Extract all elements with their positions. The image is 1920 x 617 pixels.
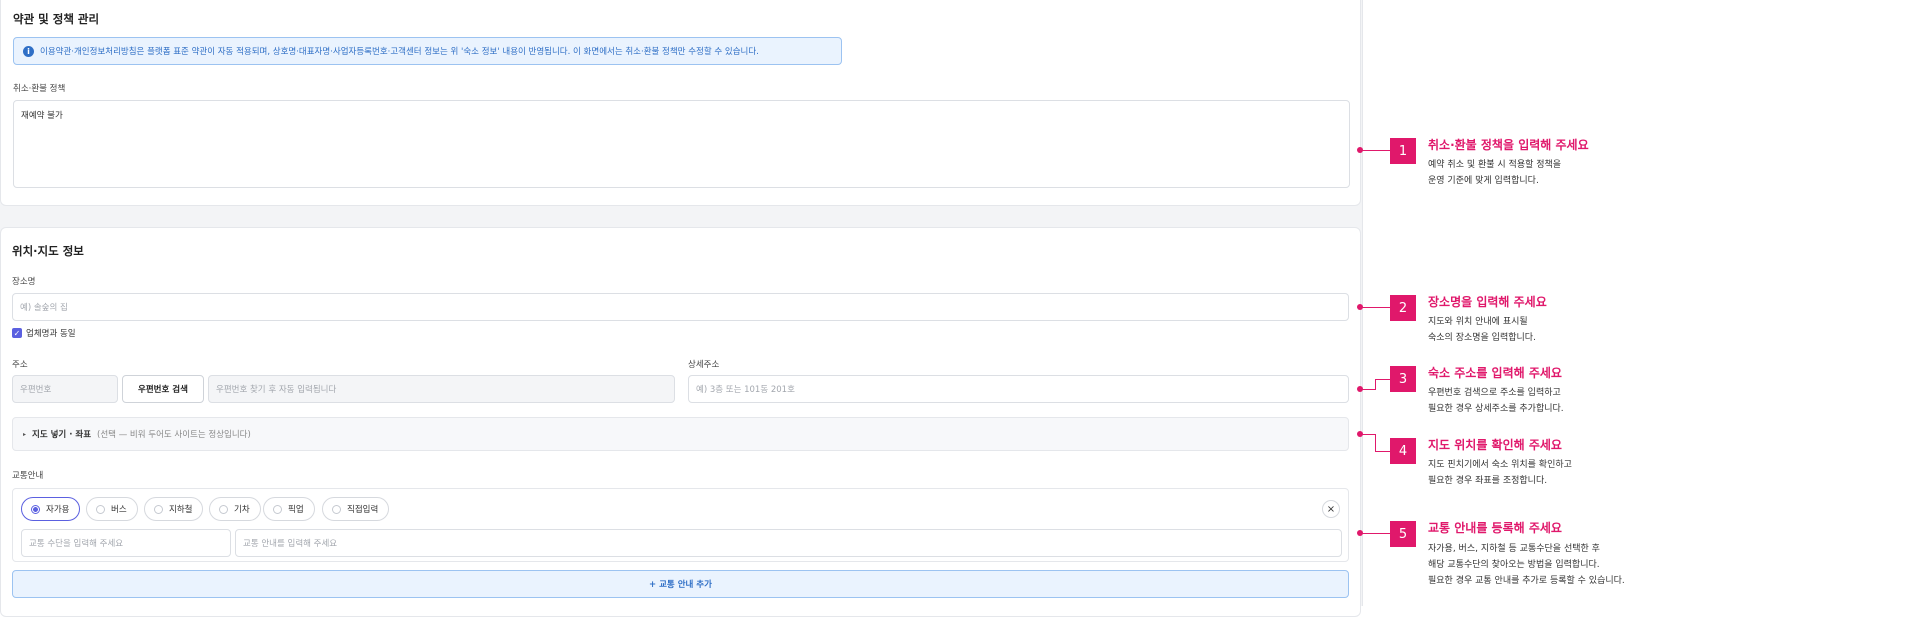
postcode-input[interactable]: 우편번호: [12, 375, 118, 403]
guide-desc: 지도와 위치 안내에 표시될 숙소의 장소명을 입력합니다.: [1428, 314, 1536, 346]
guide-desc: 지도 핀치기에서 숙소 위치를 확인하고 필요한 경우 좌표를 조정합니다.: [1428, 457, 1572, 489]
guide-badge: 5: [1390, 521, 1416, 547]
option-label: 자가용: [46, 505, 70, 515]
guide-line-text: 지도와 위치 안내에 표시될: [1428, 317, 1528, 327]
option-label: 기차: [234, 505, 250, 515]
terms-policy-card: 약관 및 정책 관리 i 이용약관·개인정보처리방침은 플랫폼 표준 약관이 자…: [0, 0, 1361, 206]
policy-label: 취소·환불 정책: [13, 84, 66, 94]
radio-icon: [31, 504, 40, 514]
guide-title: 지도 위치를 확인해 주세요: [1428, 438, 1562, 452]
guide-connector: [1375, 451, 1390, 452]
guide-title: 교통 안내를 등록해 주세요: [1428, 521, 1562, 535]
transport-guide-input[interactable]: 교통 안내를 입력해 주세요: [235, 529, 1342, 557]
guide-line-text: 필요한 경우 상세주소를 추가합니다.: [1428, 404, 1564, 414]
guide-title: 취소·환불 정책을 입력해 주세요: [1428, 138, 1589, 152]
option-label: 직접입력: [347, 505, 379, 515]
guide-badge: 1: [1390, 138, 1416, 164]
guide-badge: 3: [1390, 366, 1416, 392]
guide-line-text: 우편번호 검색으로 주소를 입력하고: [1428, 388, 1561, 398]
transport-option-car[interactable]: 자가용: [21, 497, 81, 521]
transport-means-input[interactable]: 교통 수단을 입력해 주세요: [21, 529, 231, 557]
option-label: 지하철: [169, 505, 193, 515]
guide-title: 장소명을 입력해 주세요: [1428, 295, 1547, 309]
guide-title: 숙소 주소를 입력해 주세요: [1428, 366, 1562, 380]
info-text: 이용약관·개인정보처리방침은 플랫폼 표준 약관이 자동 적용되며, 상호명·대…: [40, 47, 759, 57]
map-coordinates-toggle[interactable]: ▸ 지도 넣기 · 좌표 (선택 — 비워 두어도 사이트는 정상입니다): [12, 417, 1349, 451]
guide-connector: [1375, 379, 1376, 389]
same-as-business-label: 업체명과 동일: [26, 329, 76, 339]
guide-connector: [1360, 389, 1376, 390]
radio-icon: [332, 504, 341, 514]
place-label: 장소명: [12, 277, 36, 287]
map-toggle-subtitle: (선택 — 비워 두어도 사이트는 정상입니다): [97, 430, 251, 440]
transport-option-custom[interactable]: 직접입력: [322, 497, 390, 521]
guide-badge: 2: [1390, 295, 1416, 321]
section-title-location: 위치·지도 정보: [12, 244, 84, 258]
detail-address-label: 상세주소: [688, 360, 720, 370]
guide-badge: 4: [1390, 438, 1416, 464]
transport-option-bus[interactable]: 버스: [86, 497, 138, 521]
place-name-input[interactable]: 예) 솔숲의 집: [12, 293, 1349, 321]
checkmark-icon: ✓: [12, 328, 22, 338]
radio-icon: [154, 504, 163, 514]
radio-icon: [219, 504, 228, 514]
postcode-placeholder: 우편번호: [20, 385, 52, 395]
guide-line-text: 자가용, 버스, 지하철 등 교통수단을 선택한 후: [1428, 544, 1600, 554]
guide-line-text: 운영 기준에 맞게 입력합니다.: [1428, 176, 1539, 186]
guide-desc: 예약 취소 및 환불 시 적용할 정책을 운영 기준에 맞게 입력합니다.: [1428, 157, 1561, 189]
detail-address-placeholder: 예) 3층 또는 101동 201호: [696, 385, 795, 395]
info-icon: i: [23, 45, 34, 57]
transport-option-pickup[interactable]: 픽업: [263, 497, 315, 521]
refund-policy-value: 재예약 불가: [21, 111, 63, 121]
remove-transport-button[interactable]: ×: [1322, 500, 1340, 518]
transport-option-train[interactable]: 기차: [209, 497, 261, 521]
guide-line-text: 해당 교통수단의 찾아오는 방법을 입력합니다.: [1428, 560, 1600, 570]
radio-icon: [273, 504, 282, 514]
detail-address-input[interactable]: 예) 3층 또는 101동 201호: [688, 375, 1349, 403]
guide-line-text: 숙소의 장소명을 입력합니다.: [1428, 333, 1536, 343]
guide-connector: [1375, 434, 1376, 451]
option-label: 버스: [111, 505, 127, 515]
guide-line-text: 예약 취소 및 환불 시 적용할 정책을: [1428, 160, 1562, 170]
option-label: 픽업: [288, 505, 304, 515]
refund-policy-textarea[interactable]: 재예약 불가: [13, 100, 1350, 188]
postcode-search-button[interactable]: 우편번호 검색: [122, 375, 204, 403]
place-placeholder: 예) 솔숲의 집: [20, 303, 68, 313]
radio-icon: [96, 504, 105, 514]
address-placeholder: 우편번호 찾기 후 자동 입력됩니다: [216, 385, 337, 395]
transport-label: 교통안내: [12, 471, 44, 481]
guide-line-text: 필요한 경우 교통 안내를 추가로 등록할 수 있습니다.: [1428, 576, 1625, 586]
guide-connector: [1360, 150, 1390, 151]
guide-connector: [1375, 379, 1390, 380]
address-label: 주소: [12, 360, 28, 370]
caret-right-icon: ▸: [23, 430, 27, 438]
guide-connector: [1360, 307, 1390, 308]
map-toggle-title: 지도 넣기 · 좌표: [32, 430, 92, 440]
guide-line-text: 지도 핀치기에서 숙소 위치를 확인하고: [1428, 460, 1572, 470]
guide-desc: 우편번호 검색으로 주소를 입력하고 필요한 경우 상세주소를 추가합니다.: [1428, 385, 1564, 417]
guide-connector: [1360, 533, 1390, 534]
transport-means-placeholder: 교통 수단을 입력해 주세요: [29, 539, 124, 549]
transport-option-subway[interactable]: 지하철: [144, 497, 204, 521]
guide-connector: [1360, 434, 1376, 435]
transport-item: 자가용 버스 지하철 기차 픽업 직접입력 × 교통 수단을 입력해 주세요 교…: [12, 488, 1349, 562]
section-title: 약관 및 정책 관리: [13, 12, 100, 26]
guide-line-text: 필요한 경우 좌표를 조정합니다.: [1428, 476, 1548, 486]
info-banner: i 이용약관·개인정보처리방침은 플랫폼 표준 약관이 자동 적용되며, 상호명…: [13, 37, 842, 65]
add-transport-button[interactable]: + 교통 안내 추가: [12, 570, 1349, 598]
address-input[interactable]: 우편번호 찾기 후 자동 입력됩니다: [208, 375, 675, 403]
guide-desc: 자가용, 버스, 지하철 등 교통수단을 선택한 후 해당 교통수단의 찾아오는…: [1428, 541, 1625, 589]
same-as-business-checkbox[interactable]: ✓ 업체명과 동일: [12, 327, 76, 339]
transport-guide-placeholder: 교통 안내를 입력해 주세요: [243, 539, 338, 549]
